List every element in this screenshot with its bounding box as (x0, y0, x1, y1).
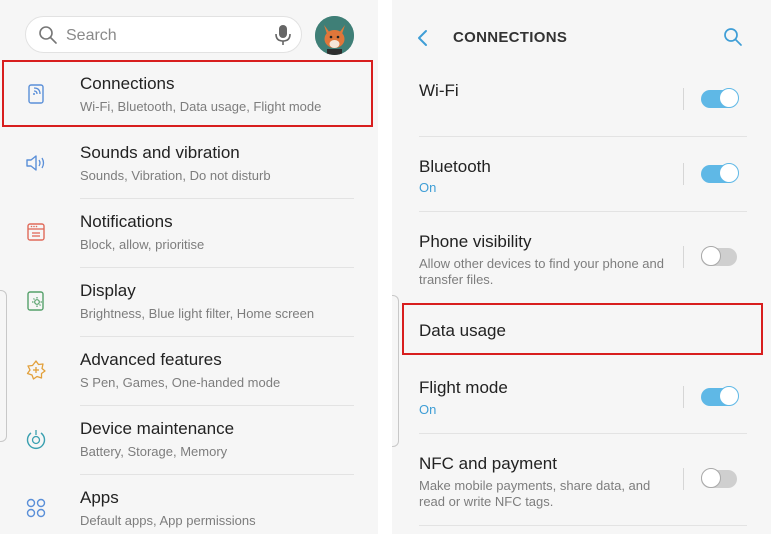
back-chevron-icon[interactable] (416, 28, 430, 48)
row-title: Wi-Fi (419, 81, 459, 100)
search-icon[interactable] (723, 27, 743, 47)
advanced-features-icon (26, 360, 46, 380)
item-title: Connections (80, 74, 175, 93)
item-title: Device maintenance (80, 419, 235, 438)
item-subtitle: Default apps, App permissions (80, 513, 256, 528)
item-subtitle: S Pen, Games, One-handed mode (80, 375, 281, 390)
row-bluetooth[interactable]: Bluetooth On (392, 137, 771, 212)
settings-item-display[interactable]: Display Brightness, Blue light filter, H… (0, 268, 378, 337)
item-title: Notifications (80, 212, 173, 231)
divider (419, 525, 747, 526)
row-nfc-payment[interactable]: NFC and payment Make mobile payments, sh… (392, 434, 771, 526)
item-subtitle: Brightness, Blue light filter, Home scre… (80, 306, 315, 321)
row-status: On (419, 180, 437, 195)
divider (683, 386, 684, 408)
settings-panel: Connections Wi-Fi, Bluetooth, Data usage… (0, 0, 378, 534)
wifi-toggle[interactable] (701, 88, 739, 108)
search-icon (39, 26, 57, 44)
display-icon (27, 291, 44, 311)
toggle-knob (719, 386, 739, 406)
notifications-icon (27, 223, 45, 241)
item-title: Display (80, 281, 136, 300)
item-title: Apps (80, 488, 119, 507)
row-description: Allow other devices to find your phone a… (419, 256, 664, 287)
toggle-knob (719, 88, 739, 108)
row-title: Phone visibility (419, 232, 532, 251)
bluetooth-toggle[interactable] (701, 163, 739, 183)
search-bar[interactable] (25, 16, 302, 53)
row-title: Bluetooth (419, 157, 491, 176)
connections-panel: CONNECTIONS Wi-Fi Bluetooth On Phone vis… (392, 0, 771, 534)
toggle-knob (719, 163, 739, 183)
phone-visibility-toggle[interactable] (701, 246, 737, 266)
sound-icon (26, 155, 45, 171)
row-wifi[interactable]: Wi-Fi (392, 68, 771, 137)
nfc-toggle[interactable] (701, 468, 737, 488)
apps-icon (26, 498, 46, 518)
flight-mode-toggle[interactable] (701, 386, 739, 406)
item-subtitle: Wi-Fi, Bluetooth, Data usage, Flight mod… (80, 99, 322, 114)
settings-item-apps[interactable]: Apps Default apps, App permissions (0, 475, 378, 534)
device-maintenance-icon (26, 430, 46, 450)
toggle-knob (701, 468, 721, 488)
settings-item-connections[interactable]: Connections Wi-Fi, Bluetooth, Data usage… (0, 61, 378, 130)
divider (683, 468, 684, 490)
row-data-usage[interactable]: Data usage (392, 303, 771, 356)
row-title: NFC and payment (419, 454, 557, 473)
settings-item-device-maintenance[interactable]: Device maintenance Battery, Storage, Mem… (0, 406, 378, 475)
settings-item-notifications[interactable]: Notifications Block, allow, prioritise (0, 199, 378, 268)
item-subtitle: Battery, Storage, Memory (80, 444, 228, 459)
item-title: Sounds and vibration (80, 143, 240, 162)
item-title: Advanced features (80, 350, 222, 369)
connections-icon (28, 84, 44, 104)
row-status: On (419, 402, 437, 417)
search-input[interactable] (64, 24, 258, 48)
settings-item-advanced-features[interactable]: Advanced features S Pen, Games, One-hand… (0, 337, 378, 406)
toggle-knob (701, 246, 721, 266)
microphone-icon[interactable] (274, 24, 292, 46)
item-subtitle: Block, allow, prioritise (80, 237, 205, 252)
item-subtitle: Sounds, Vibration, Do not disturb (80, 168, 271, 183)
connections-header: CONNECTIONS (392, 0, 771, 68)
avatar[interactable] (315, 16, 354, 55)
fox-avatar-icon (315, 16, 354, 55)
row-description: Make mobile payments, share data, and re… (419, 478, 651, 509)
row-flight-mode[interactable]: Flight mode On (392, 358, 771, 434)
divider (683, 88, 684, 110)
page-title: CONNECTIONS (453, 29, 568, 46)
divider (683, 163, 684, 185)
settings-item-sounds[interactable]: Sounds and vibration Sounds, Vibration, … (0, 130, 378, 199)
row-title: Flight mode (419, 378, 508, 397)
row-phone-visibility[interactable]: Phone visibility Allow other devices to … (392, 212, 771, 299)
row-title: Data usage (419, 321, 506, 340)
divider (683, 246, 684, 268)
